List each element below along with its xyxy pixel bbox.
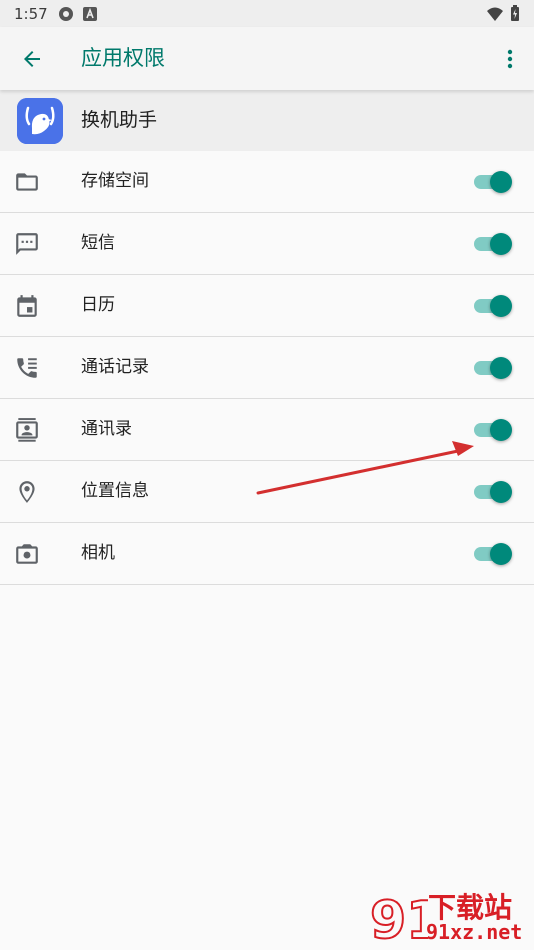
permission-label: 存储空间	[81, 171, 149, 191]
wifi-icon	[487, 7, 503, 21]
permission-list: 存储空间 短信 日历 通话记录 通讯录 位置信息 相机	[0, 151, 534, 585]
status-time: 1:57	[14, 4, 48, 23]
permission-toggle-contacts[interactable]	[474, 419, 512, 441]
permission-label: 短信	[81, 233, 115, 253]
app-name: 换机助手	[81, 109, 158, 131]
app-logo-icon	[17, 98, 63, 144]
permission-label: 相机	[81, 543, 115, 563]
toggle-thumb	[490, 171, 512, 193]
permission-row-call-log[interactable]: 通话记录	[0, 337, 534, 399]
arrow-back-icon	[24, 51, 40, 67]
contacts-icon	[16, 418, 38, 442]
call-log-icon	[17, 358, 37, 378]
svg-text:91: 91	[370, 891, 428, 948]
permission-label: 位置信息	[81, 481, 149, 501]
back-button[interactable]	[18, 45, 46, 73]
permission-toggle-sms[interactable]	[474, 233, 512, 255]
font-status-icon	[82, 6, 97, 21]
permission-row-contacts[interactable]: 通讯录	[0, 399, 534, 461]
toggle-thumb	[490, 357, 512, 379]
permission-toggle-storage[interactable]	[474, 171, 512, 193]
more-vert-icon	[507, 49, 513, 69]
permission-label: 日历	[81, 295, 115, 315]
permission-toggle-location[interactable]	[474, 481, 512, 503]
permission-toggle-calendar[interactable]	[474, 295, 512, 317]
permission-label: 通讯录	[81, 419, 132, 439]
calendar-icon	[17, 295, 37, 317]
settings-gear-status-icon	[58, 6, 73, 21]
permission-row-sms[interactable]: 短信	[0, 213, 534, 275]
toggle-thumb	[490, 481, 512, 503]
status-bar: 1:57	[0, 0, 534, 27]
permission-row-calendar[interactable]: 日历	[0, 275, 534, 337]
watermark-91-icon: 91	[369, 890, 428, 948]
page-title: 应用权限	[81, 46, 165, 70]
permission-toggle-camera[interactable]	[474, 543, 512, 565]
toggle-thumb	[490, 295, 512, 317]
battery-icon	[511, 5, 519, 21]
toggle-thumb	[490, 233, 512, 255]
more-options-button[interactable]	[498, 45, 522, 73]
permission-row-location[interactable]: 位置信息	[0, 461, 534, 523]
permission-row-storage[interactable]: 存储空间	[0, 151, 534, 213]
location-icon	[19, 481, 35, 503]
permission-row-camera[interactable]: 相机	[0, 523, 534, 585]
toggle-thumb	[490, 419, 512, 441]
camera-icon	[16, 544, 38, 564]
permission-label: 通话记录	[81, 357, 149, 377]
app-bar: 应用权限	[0, 27, 534, 90]
permission-toggle-call-log[interactable]	[474, 357, 512, 379]
app-header: 换机助手	[0, 90, 534, 151]
sms-icon	[16, 233, 38, 255]
toggle-thumb	[490, 543, 512, 565]
watermark-bottom-text: 91xz.net	[426, 920, 523, 944]
folder-icon	[16, 173, 38, 191]
watermark-logo: 91 下载站 91xz.net	[368, 886, 528, 948]
